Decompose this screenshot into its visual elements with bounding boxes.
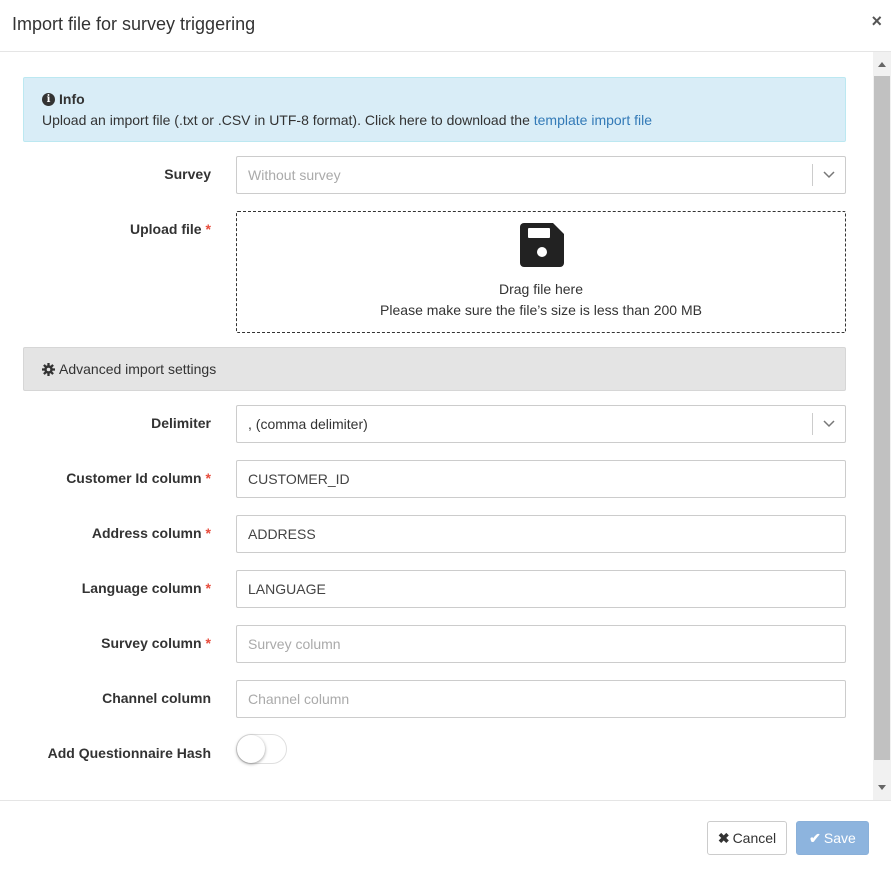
customer-id-column-input[interactable] (236, 460, 846, 498)
delimiter-label: Delimiter (151, 415, 211, 431)
address-label: Address column * (92, 525, 211, 541)
scrollbar-thumb[interactable] (874, 76, 890, 760)
survey-column-label: Survey column * (101, 635, 211, 651)
file-dropzone[interactable]: Drag file here Please make sure the file… (236, 211, 846, 333)
required-marker: * (205, 580, 211, 596)
close-icon: ✖ (717, 829, 730, 846)
questionnaire-hash-label-text: Add Questionnaire Hash (47, 745, 211, 761)
scroll-down-arrow-icon[interactable] (873, 776, 891, 800)
select-separator (812, 413, 813, 435)
channel-column-label: Channel column (102, 690, 211, 706)
info-text: Upload an import file (.txt or .CSV in U… (42, 112, 652, 128)
drag-file-text: Drag file here (498, 281, 584, 297)
scroll-up-arrow-icon[interactable] (873, 52, 891, 76)
gear-icon (42, 362, 55, 376)
floppy-disk-icon (520, 223, 564, 267)
survey-select[interactable]: Without survey (236, 156, 846, 194)
modal-header: Import file for survey triggering × (0, 0, 891, 52)
info-icon: i (42, 92, 55, 106)
cancel-button[interactable]: ✖ Cancel (707, 821, 787, 855)
customer-id-label-text: Customer Id column (66, 470, 202, 486)
advanced-settings-label: Advanced import settings (59, 361, 217, 377)
check-icon: ✔ (809, 829, 821, 846)
required-marker: * (205, 635, 211, 651)
template-download-link[interactable]: template import file (534, 112, 652, 128)
upload-label-text: Upload file (129, 221, 202, 237)
file-size-hint: Please make sure the file’s size is less… (380, 302, 702, 318)
modal-body: i Info Upload an import file (.txt or .C… (0, 52, 873, 800)
close-icon[interactable]: × (871, 12, 882, 30)
chevron-down-icon (823, 171, 835, 179)
questionnaire-hash-label: Add Questionnaire Hash (48, 745, 211, 761)
channel-column-label-text: Channel column (102, 690, 211, 706)
address-column-input[interactable] (236, 515, 846, 553)
modal-title: Import file for survey triggering (12, 14, 256, 34)
required-marker: * (205, 525, 211, 541)
advanced-settings-header: Advanced import settings (42, 361, 216, 377)
info-alert: i Info Upload an import file (.txt or .C… (23, 77, 846, 142)
vertical-scrollbar[interactable] (873, 52, 891, 800)
required-marker: * (205, 221, 211, 237)
cancel-button-label: Cancel (732, 830, 777, 846)
channel-column-input[interactable] (236, 680, 846, 718)
delimiter-select[interactable]: , (comma delimiter) (236, 405, 846, 443)
survey-column-label-text: Survey column (101, 635, 202, 651)
language-label: Language column * (82, 580, 211, 596)
language-column-input[interactable] (236, 570, 846, 608)
upload-file-label: Upload file * (130, 221, 211, 237)
survey-column-input[interactable] (236, 625, 846, 663)
customer-id-label: Customer Id column * (66, 470, 211, 486)
required-marker: * (205, 470, 211, 486)
save-button-label: Save (823, 830, 856, 846)
delimiter-label-text: Delimiter (151, 415, 211, 431)
toggle-knob (237, 735, 265, 763)
survey-label: Survey (164, 166, 211, 182)
info-heading: i Info (42, 91, 85, 107)
chevron-down-icon (823, 420, 835, 428)
save-button[interactable]: ✔ Save (796, 821, 869, 855)
info-title: Info (59, 91, 85, 107)
survey-select-value: Without survey (248, 167, 341, 183)
info-message: Upload an import file (.txt or .CSV in U… (42, 112, 534, 128)
survey-label-text: Survey (164, 166, 211, 182)
modal-footer: ✖ Cancel ✔ Save (0, 800, 891, 871)
address-label-text: Address column (91, 525, 202, 541)
select-separator (812, 164, 813, 186)
questionnaire-hash-toggle[interactable] (236, 734, 287, 764)
language-label-text: Language column (81, 580, 202, 596)
advanced-settings-toggle[interactable]: Advanced import settings (23, 347, 846, 391)
delimiter-select-value: , (comma delimiter) (248, 416, 368, 432)
